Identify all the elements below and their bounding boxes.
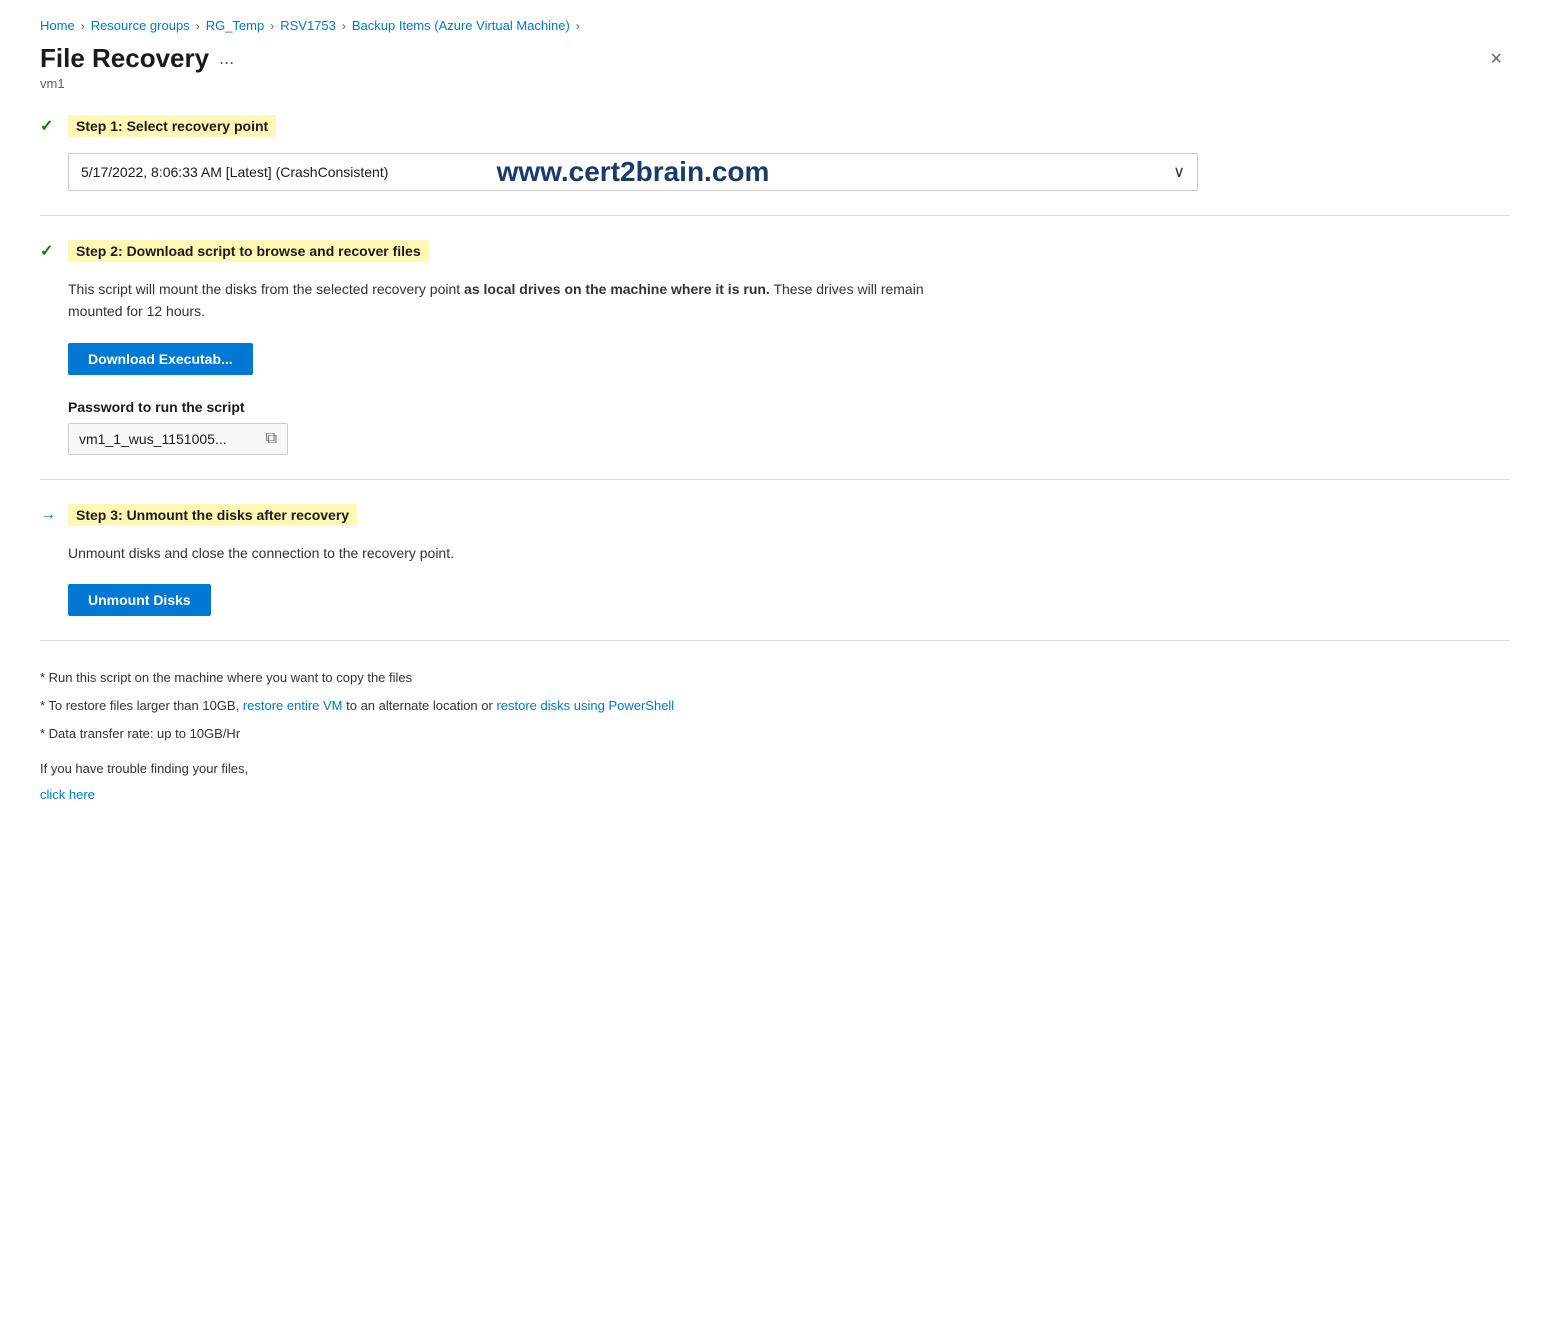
restore-disks-link[interactable]: restore disks using PowerShell [496,698,674,713]
step1-label: Step 1: Select recovery point [68,115,276,137]
click-here-link[interactable]: click here [40,787,95,802]
unmount-disks-button[interactable]: Unmount Disks [68,584,211,616]
password-label: Password to run the script [68,399,1510,415]
step2-checkmark: ✓ [40,241,60,261]
watermark: www.cert2brain.com [497,156,770,188]
step3-description: Unmount disks and close the connection t… [68,542,968,564]
breadcrumb-backup-items[interactable]: Backup Items (Azure Virtual Machine) [352,18,570,33]
divider-3 [40,640,1510,641]
breadcrumb-home[interactable]: Home [40,18,75,33]
dropdown-arrow-icon: ∨ [1173,162,1185,182]
notes-section: * Run this script on the machine where y… [40,665,1510,806]
ellipsis-menu[interactable]: ... [219,48,234,69]
page-title: File Recovery ... [40,43,234,74]
find-files-section: If you have trouble finding your files, … [40,757,1510,806]
password-field: vm1_1_wus_1151005... ⧉ [68,423,288,455]
step2-label: Step 2: Download script to browse and re… [68,240,429,262]
close-button[interactable]: × [1482,45,1510,73]
note2: * To restore files larger than 10GB, res… [40,693,1510,719]
breadcrumb-rsv1753[interactable]: RSV1753 [280,18,336,33]
restore-vm-link[interactable]: restore entire VM [243,698,343,713]
step3-arrow-icon: → [40,506,60,524]
breadcrumb-rg-temp[interactable]: RG_Temp [206,18,265,33]
vm-subtitle: vm1 [40,76,1510,91]
step3-label: Step 3: Unmount the disks after recovery [68,504,357,526]
note1: * Run this script on the machine where y… [40,665,1510,691]
recovery-point-dropdown[interactable]: 5/17/2022, 8:06:33 AM [Latest] (CrashCon… [68,153,1198,191]
password-value: vm1_1_wus_1151005... [79,431,258,447]
note3: * Data transfer rate: up to 10GB/Hr [40,721,1510,747]
divider-2 [40,479,1510,480]
copy-icon[interactable]: ⧉ [266,430,277,448]
find-files-text: If you have trouble finding your files, [40,757,1510,780]
breadcrumb-resource-groups[interactable]: Resource groups [91,18,190,33]
divider-1 [40,215,1510,216]
download-executable-button[interactable]: Download Executab... [68,343,253,375]
step2-section: ✓ Step 2: Download script to browse and … [40,240,1510,455]
step1-checkmark: ✓ [40,116,60,136]
recovery-point-value: 5/17/2022, 8:06:33 AM [Latest] (CrashCon… [81,164,388,180]
breadcrumb: Home › Resource groups › RG_Temp › RSV17… [40,18,1510,33]
step2-description: This script will mount the disks from th… [68,278,968,323]
step3-section: → Step 3: Unmount the disks after recove… [40,504,1510,616]
step1-section: ✓ Step 1: Select recovery point 5/17/202… [40,115,1510,191]
